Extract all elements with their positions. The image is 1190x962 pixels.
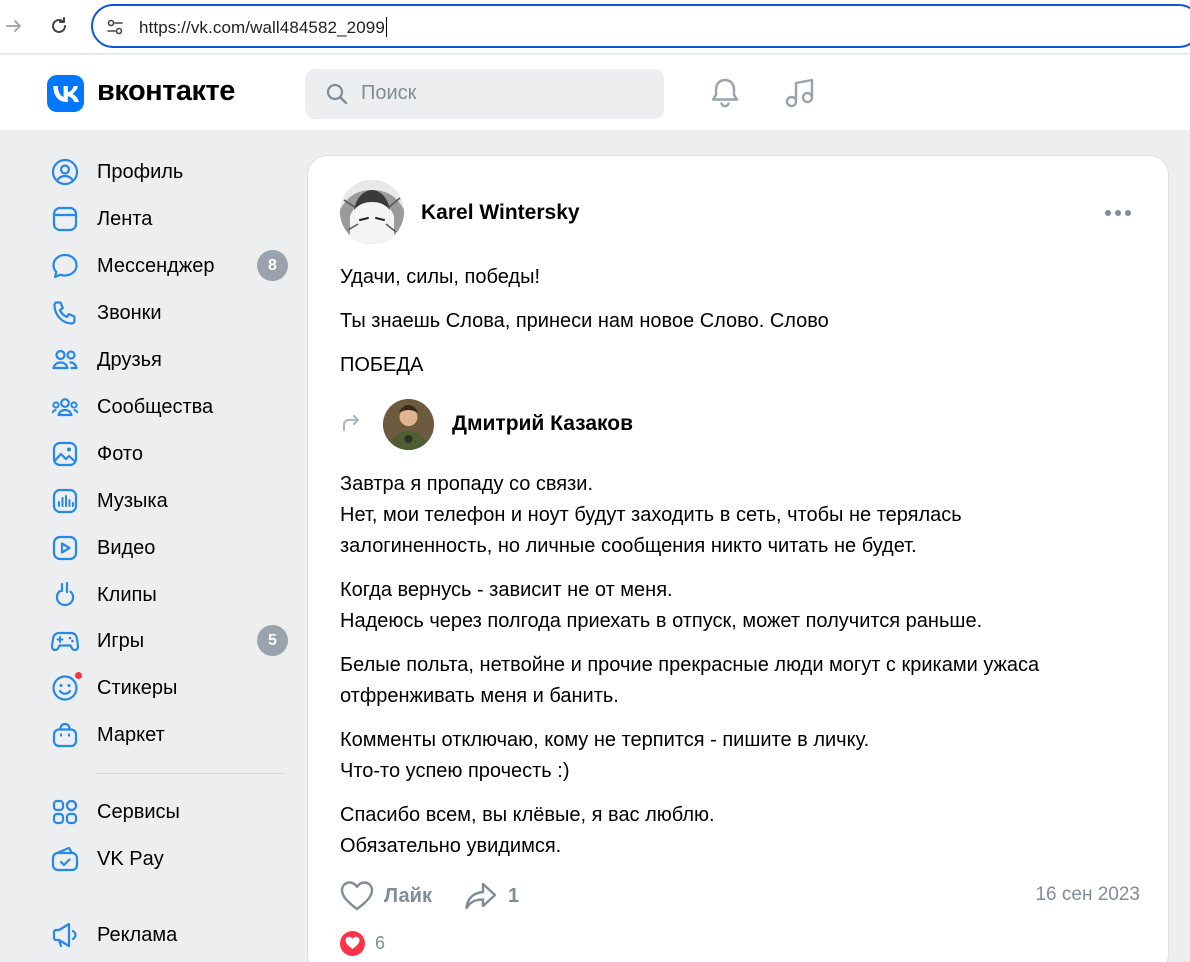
sidebar-item-video[interactable]: Видео — [50, 528, 290, 568]
communities-icon — [50, 392, 80, 422]
sidebar-item-feed[interactable]: Лента — [50, 199, 290, 239]
sidebar-item-friends[interactable]: Друзья — [50, 340, 290, 380]
post-date[interactable]: 16 сен 2023 — [1035, 884, 1140, 906]
vk-logo-icon[interactable] — [47, 75, 84, 112]
sidebar-item-profile[interactable]: Профиль — [50, 152, 290, 192]
repost-text-line: Завтра я пропаду со связи. — [340, 473, 594, 495]
like-label: Лайк — [384, 884, 432, 907]
profile-icon — [50, 157, 80, 187]
share-button[interactable]: 1 — [464, 876, 519, 916]
sidebar-item-photo[interactable]: Фото — [50, 434, 290, 474]
repost-author-name[interactable]: Дмитрий Казаков — [452, 412, 633, 436]
sidebar-item-communities[interactable]: Сообщества — [50, 387, 290, 427]
unread-badge: 5 — [257, 625, 288, 656]
sidebar-item-services[interactable]: Сервисы — [50, 792, 290, 832]
forward-arrow-icon[interactable] — [0, 12, 28, 40]
post-author-name[interactable]: Karel Wintersky — [421, 201, 580, 225]
music-icon — [50, 486, 80, 516]
repost-text-line: Надеюсь через полгода приехать в отпуск,… — [340, 610, 983, 632]
repost-text-line: залогиненность, но личные сообщения никт… — [340, 535, 917, 557]
site-settings-icon[interactable] — [105, 17, 125, 37]
messenger-icon — [50, 251, 80, 281]
author-avatar[interactable] — [340, 180, 404, 244]
photo-icon — [50, 439, 80, 469]
sidebar-item-label: VK Pay — [97, 847, 164, 870]
vkpay-icon — [50, 844, 80, 874]
share-arrow-icon — [464, 881, 498, 911]
address-bar[interactable]: https://vk.com/wall484582_2099 — [91, 4, 1190, 48]
site-header: вконтакте — [0, 55, 1190, 131]
friends-icon — [50, 345, 80, 375]
repost-text-line: отфренживать меня и банить. — [340, 685, 619, 707]
repost-text-line: Белые польта, нетвойне и прочие прекрасн… — [340, 654, 1040, 676]
sidebar-item-market[interactable]: Маркет — [50, 715, 290, 755]
url-text[interactable]: https://vk.com/wall484582_2099 — [139, 17, 387, 38]
left-sidebar: Профиль Лента Мессенджер 8 Звонки Друзья… — [0, 132, 300, 962]
sidebar-item-label: Сообщества — [97, 395, 214, 418]
sidebar-item-label: Стикеры — [97, 676, 178, 699]
sidebar-item-ads[interactable]: Реклама — [50, 915, 290, 955]
bell-icon[interactable] — [707, 75, 743, 111]
market-icon — [50, 720, 80, 750]
music-note-icon[interactable] — [782, 75, 818, 111]
games-icon — [50, 626, 80, 656]
notification-dot — [74, 671, 83, 680]
stickers-icon — [50, 671, 83, 703]
sidebar-item-label: Музыка — [97, 489, 168, 512]
heart-outline-icon — [340, 880, 374, 912]
post-text-line: Удачи, силы, победы! — [340, 266, 540, 288]
reload-icon[interactable] — [45, 12, 73, 40]
sidebar-item-label: Лента — [97, 207, 153, 230]
sidebar-item-games[interactable]: Игры 5 — [50, 621, 290, 661]
sidebar-item-label: Реклама — [97, 923, 178, 946]
sidebar-item-label: Клипы — [97, 583, 157, 606]
search-icon — [325, 82, 349, 106]
repost-text-line: Что-то успею прочесть :) — [340, 760, 570, 782]
reactions-summary[interactable]: 6 — [340, 929, 385, 957]
sidebar-item-label: Профиль — [97, 160, 184, 183]
services-icon — [50, 797, 80, 827]
sidebar-item-label: Сервисы — [97, 800, 180, 823]
repost-text-line: Когда вернусь - зависит не от меня. — [340, 579, 673, 601]
share-count: 1 — [508, 884, 520, 907]
sidebar-item-label: Друзья — [97, 348, 162, 371]
sidebar-divider — [97, 773, 285, 774]
phone-icon — [50, 298, 80, 328]
sidebar-item-music[interactable]: Музыка — [50, 481, 290, 521]
sidebar-item-stickers[interactable]: Стикеры — [50, 668, 290, 708]
heart-reaction-icon — [340, 930, 365, 956]
unread-badge: 8 — [257, 250, 288, 281]
browser-toolbar: https://vk.com/wall484582_2099 — [0, 0, 1190, 54]
post-text-line: Ты знаешь Слова, принеси нам новое Слово… — [340, 310, 829, 332]
search-input[interactable] — [361, 82, 641, 105]
repost-author-avatar[interactable] — [383, 399, 434, 450]
sidebar-item-vkpay[interactable]: VK Pay — [50, 839, 290, 879]
sidebar-item-clips[interactable]: Клипы — [50, 575, 290, 615]
repost-text-line: Нет, мои телефон и ноут будут заходить в… — [340, 504, 962, 526]
sidebar-item-label: Видео — [97, 536, 156, 559]
sidebar-item-messenger[interactable]: Мессенджер 8 — [50, 246, 290, 286]
ads-icon — [50, 920, 80, 950]
sidebar-item-label: Маркет — [97, 723, 165, 746]
like-button[interactable]: Лайк — [340, 876, 432, 916]
clips-icon — [50, 580, 80, 610]
sidebar-item-label: Фото — [97, 442, 143, 465]
post-card: Karel Wintersky Удачи, силы, победы! Ты … — [307, 155, 1169, 962]
reaction-count: 6 — [375, 932, 386, 953]
repost-text-line: Комменты отключаю, кому не терпится - пи… — [340, 729, 870, 751]
repost-text-line: Обязательно увидимся. — [340, 835, 562, 857]
sidebar-item-label: Игры — [97, 629, 145, 652]
feed-icon — [50, 204, 80, 234]
repost-arrow-icon — [340, 412, 362, 434]
post-actions: Лайк 1 16 сен 2023 — [340, 876, 1140, 916]
video-icon — [50, 533, 80, 563]
search-box[interactable] — [305, 69, 664, 119]
more-options-icon[interactable] — [1104, 206, 1132, 218]
repost-text-line: Спасибо всем, вы клёвые, я вас люблю. — [340, 804, 715, 826]
sidebar-item-label: Мессенджер — [97, 254, 215, 277]
sidebar-item-calls[interactable]: Звонки — [50, 293, 290, 333]
post-text-line: ПОБЕДА — [340, 354, 424, 376]
sidebar-item-label: Звонки — [97, 301, 162, 324]
brand-wordmark[interactable]: вконтакте — [97, 75, 235, 108]
